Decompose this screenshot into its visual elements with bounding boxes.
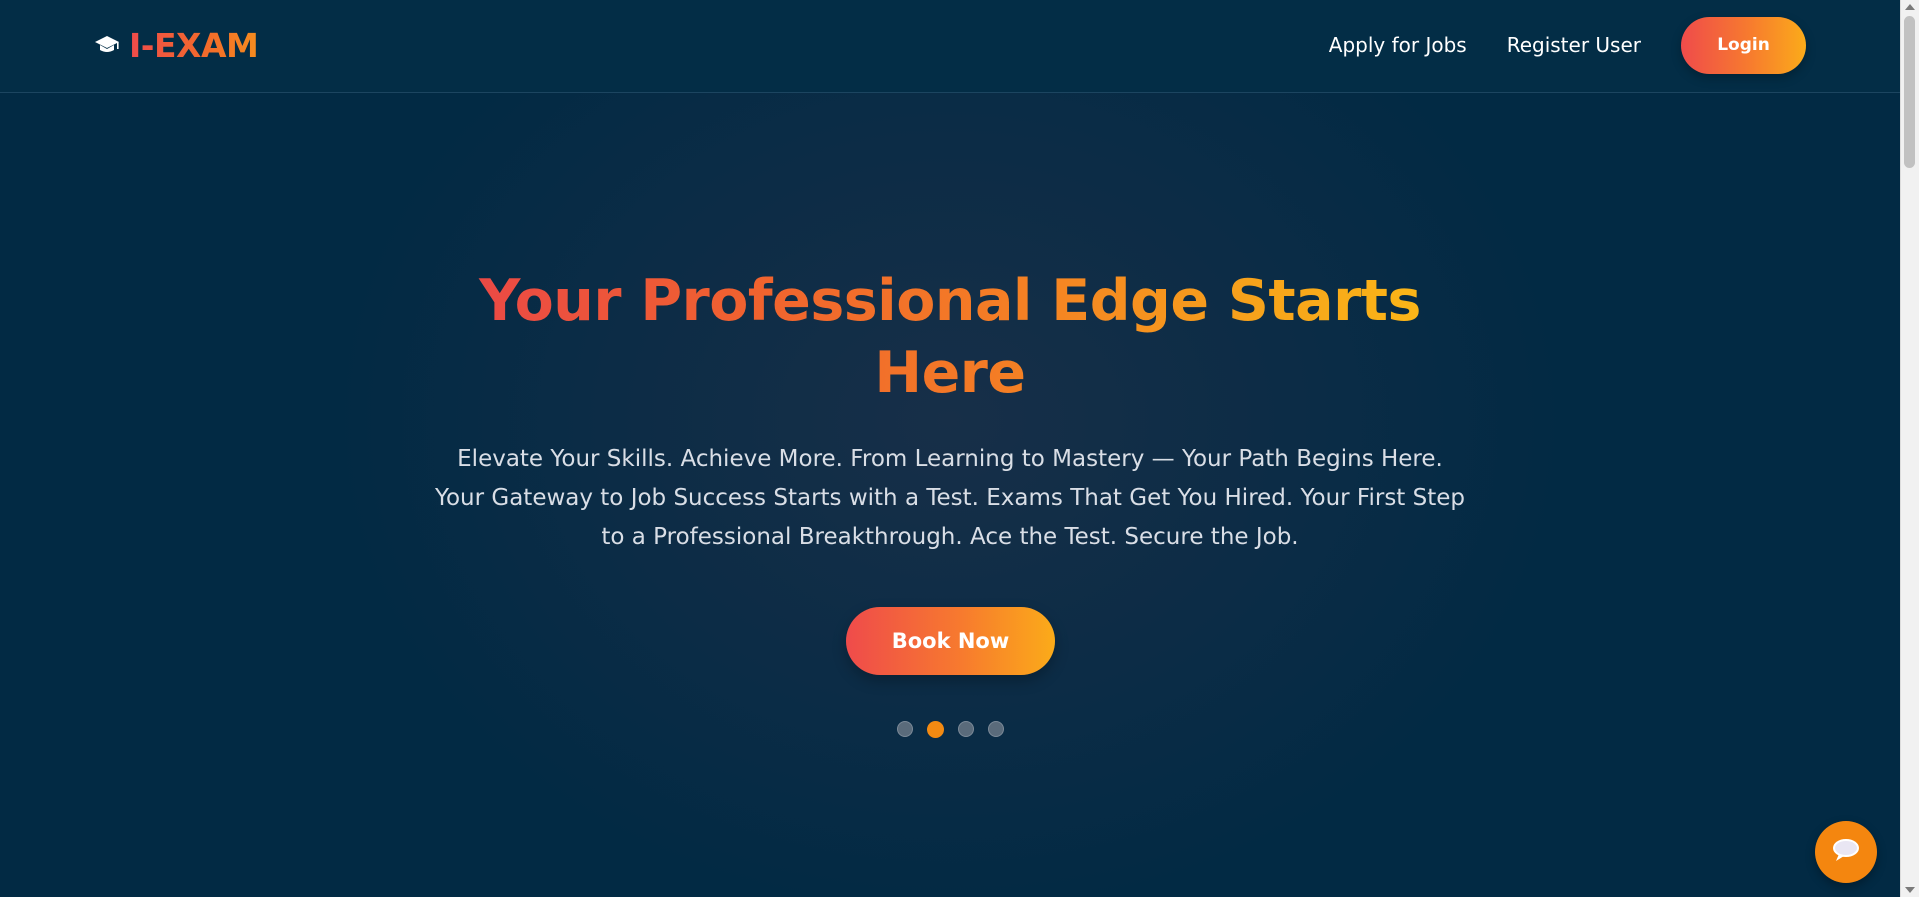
page: I-EXAM Apply for Jobs Register User Logi… (0, 0, 1900, 897)
scroll-up-arrow-icon[interactable] (1905, 4, 1915, 10)
carousel-dot-2[interactable] (927, 720, 944, 738)
hero-subtitle: Elevate Your Skills. Achieve More. From … (434, 446, 1466, 550)
vertical-scrollbar[interactable] (1900, 0, 1919, 897)
carousel-indicators (897, 719, 1004, 739)
brand-logo[interactable]: I-EXAM (93, 24, 259, 66)
hero-section: Your Professional Edge Starts Here Eleva… (0, 93, 1900, 897)
scroll-down-arrow-icon[interactable] (1905, 887, 1915, 893)
nav-links: Apply for Jobs Register User Login (1329, 16, 1806, 74)
carousel-dot-1[interactable] (897, 721, 913, 737)
nav-register-user[interactable]: Register User (1507, 33, 1641, 57)
chat-button[interactable] (1815, 821, 1877, 883)
nav-apply-for-jobs[interactable]: Apply for Jobs (1329, 33, 1467, 57)
scrollbar-thumb[interactable] (1904, 16, 1915, 168)
carousel-dot-4[interactable] (988, 721, 1004, 737)
book-now-button[interactable]: Book Now (846, 607, 1055, 675)
chat-bubble-icon (1831, 837, 1861, 868)
carousel-dot-3[interactable] (958, 721, 974, 737)
top-navbar: I-EXAM Apply for Jobs Register User Logi… (0, 0, 1900, 93)
graduation-cap-icon (93, 31, 121, 59)
hero-title: Your Professional Edge Starts Here (450, 265, 1450, 409)
brand-name: I-EXAM (129, 25, 259, 65)
login-button[interactable]: Login (1681, 16, 1806, 74)
